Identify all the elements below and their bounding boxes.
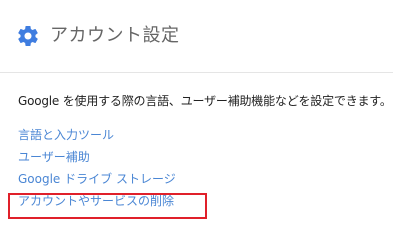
link-google-drive-storage[interactable]: Google ドライブ ストレージ — [18, 170, 176, 192]
settings-description: Google を使用する際の言語、ユーザー補助機能などを設定できます。 — [18, 94, 392, 108]
link-accessibility[interactable]: ユーザー補助 — [18, 148, 176, 170]
link-language-input-tools[interactable]: 言語と入力ツール — [18, 126, 176, 148]
gear-icon — [18, 25, 38, 46]
settings-links: 言語と入力ツール ユーザー補助 Google ドライブ ストレージ アカウントや… — [18, 126, 176, 214]
link-delete-account-services[interactable]: アカウントやサービスの削除 — [18, 192, 176, 214]
settings-header: アカウント設定 — [0, 0, 393, 73]
page-title: アカウント設定 — [50, 25, 180, 46]
